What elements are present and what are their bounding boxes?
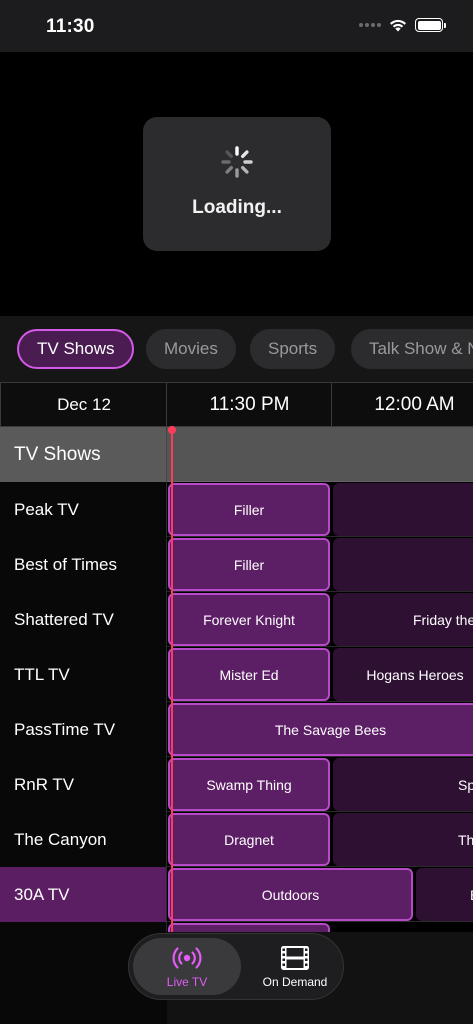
tab-on-demand[interactable]: On Demand: [241, 938, 349, 995]
now-indicator-line: [171, 429, 173, 932]
channel-name[interactable]: Best of Times: [0, 537, 167, 592]
channel-row: TTL TV Mister Ed Hogans Heroes: [0, 647, 473, 702]
channel-row: 30A TV Outdoors B: [0, 867, 473, 922]
loading-indicator: Loading...: [143, 117, 331, 251]
channel-name[interactable]: The Canyon: [0, 812, 167, 867]
tab-live-tv-label: Live TV: [166, 974, 208, 989]
guide-date: Dec 12: [0, 383, 167, 427]
program-now[interactable]: Swamp Thing: [168, 758, 330, 811]
spinner-icon: [221, 146, 253, 178]
category-tv-shows[interactable]: TV Shows: [17, 329, 135, 369]
program-next[interactable]: [333, 483, 473, 536]
group-row: TV Shows: [0, 427, 473, 482]
status-time: 11:30: [46, 16, 95, 37]
channel-name[interactable]: 30A TV: [0, 867, 167, 922]
channel-name[interactable]: PassTime TV: [0, 702, 167, 757]
channel-row: Shattered TV Forever Knight Friday the 1…: [0, 592, 473, 647]
broadcast-icon: [172, 946, 202, 969]
program-next[interactable]: Sp: [333, 758, 473, 811]
status-icons: [359, 18, 446, 32]
channel-row: [0, 922, 473, 932]
program-now[interactable]: Dragnet: [168, 813, 330, 866]
category-bar: TV Shows Movies Sports Talk Show & News: [0, 316, 473, 382]
channel-row: Best of Times Filler: [0, 537, 473, 592]
program-next[interactable]: Friday the 13th: [333, 593, 473, 646]
program-now[interactable]: Outdoors: [168, 868, 413, 921]
channel-name-empty: [0, 922, 167, 932]
program-now[interactable]: Filler: [168, 483, 330, 536]
program-next[interactable]: Th: [333, 813, 473, 866]
program-now-partial[interactable]: [168, 923, 330, 932]
program-now[interactable]: Forever Knight: [168, 593, 330, 646]
program-next[interactable]: Hogans Heroes: [333, 648, 473, 701]
category-talk-show-news[interactable]: Talk Show & News: [351, 329, 473, 369]
category-movies[interactable]: Movies: [146, 329, 236, 369]
tab-bar: Live TV On Demand: [128, 933, 344, 1000]
channel-row: The Canyon Dragnet Th: [0, 812, 473, 867]
program-now[interactable]: Filler: [168, 538, 330, 591]
timeslot-1: 11:30 PM: [166, 383, 332, 427]
program-now[interactable]: Mister Ed: [168, 648, 330, 701]
category-sports[interactable]: Sports: [250, 329, 336, 369]
tv-guide-grid: Dec 12 11:30 PM 12:00 AM TV Shows Peak T…: [0, 382, 473, 932]
cellular-signal-icon: [359, 23, 381, 27]
channel-row: PassTime TV The Savage Bees: [0, 702, 473, 757]
group-label: TV Shows: [0, 427, 167, 482]
wifi-icon: [390, 19, 406, 32]
battery-icon: [415, 18, 446, 32]
channel-name[interactable]: Shattered TV: [0, 592, 167, 647]
video-player[interactable]: Loading...: [0, 52, 473, 316]
time-header: Dec 12 11:30 PM 12:00 AM: [0, 382, 473, 427]
tab-live-tv[interactable]: Live TV: [133, 938, 241, 995]
channel-name[interactable]: Peak TV: [0, 482, 167, 537]
channel-name[interactable]: RnR TV: [0, 757, 167, 812]
film-icon: [281, 945, 309, 970]
program-next[interactable]: [333, 538, 473, 591]
status-bar: 11:30: [0, 0, 473, 52]
loading-text: Loading...: [192, 197, 282, 218]
channel-name[interactable]: TTL TV: [0, 647, 167, 702]
channel-row: RnR TV Swamp Thing Sp: [0, 757, 473, 812]
now-indicator-dot: [168, 426, 176, 434]
program-next[interactable]: B: [416, 868, 473, 921]
tab-on-demand-label: On Demand: [262, 974, 328, 989]
channel-row: Peak TV Filler: [0, 482, 473, 537]
program-now[interactable]: The Savage Bees: [168, 703, 473, 756]
timeslot-2: 12:00 AM: [331, 383, 473, 427]
